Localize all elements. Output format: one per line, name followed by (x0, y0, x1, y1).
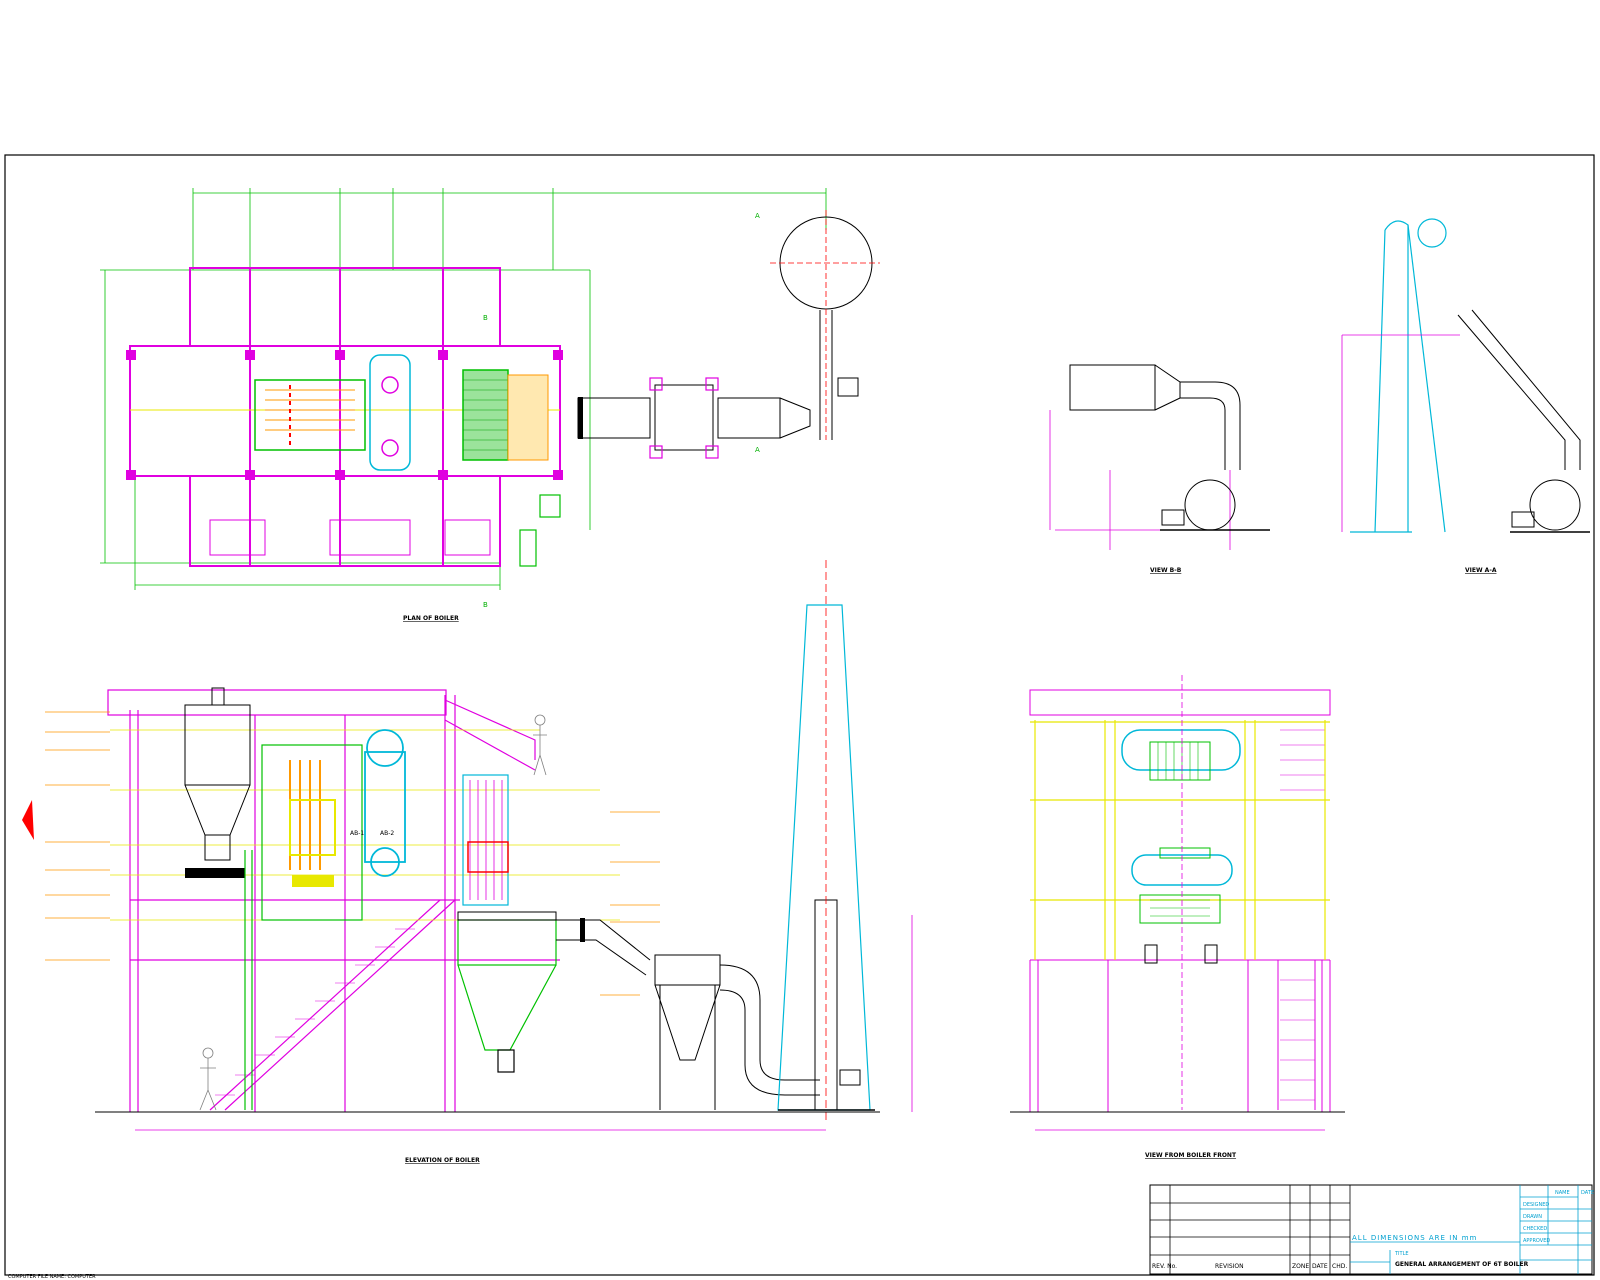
section-mark-a-bottom: A (755, 446, 760, 454)
drum-label-2: AB-2 (380, 830, 394, 837)
header-zone: ZONE (1292, 1263, 1309, 1270)
column-name: NAME (1555, 1190, 1570, 1196)
section-mark-b-bottom: B (483, 601, 488, 609)
elevation-title: ELEVATION OF BOILER (405, 1157, 480, 1164)
computer-file-name: COMPUTER FILE NAME: COMPUTER (8, 1274, 96, 1280)
plan-title: PLAN OF BOILER (403, 615, 459, 622)
plan-view: PLAN OF BOILER A A B B (100, 188, 880, 622)
header-chd: CHD. (1332, 1263, 1347, 1270)
section-mark-a-top: A (755, 212, 760, 220)
signature-designed: DESIGNED (1523, 1202, 1549, 1208)
view-a-a: VIEW A-A (1341, 218, 1590, 574)
signature-drawn: DRAWN (1523, 1214, 1542, 1220)
title-block-title: GENERAL ARRANGEMENT OF 6T BOILER (1395, 1261, 1529, 1268)
title-block-title-label: TITLE (1394, 1251, 1409, 1257)
view-b-title: VIEW B-B (1150, 567, 1182, 574)
title-block: ALL DIMENSIONS ARE IN mm TITLE GENERAL A… (1149, 1184, 1594, 1275)
header-revision: REVISION (1215, 1263, 1244, 1270)
drawing-sheet: PLAN OF BOILER A A B B VIEW B-B VIEW A-A… (4, 154, 1595, 1280)
column-date: DATE (1581, 1190, 1594, 1196)
header-date: DATE (1312, 1263, 1328, 1270)
signature-approved: APPROVED (1523, 1238, 1550, 1244)
header-rev-no: REV. No. (1152, 1263, 1177, 1270)
front-view-title: VIEW FROM BOILER FRONT (1145, 1152, 1237, 1159)
title-block-dimensions-note: ALL DIMENSIONS ARE IN mm (1352, 1234, 1477, 1242)
elevation-view: AB-1 AB-2 ELEVATION OF BOILER (22, 560, 913, 1164)
front-view: VIEW FROM BOILER FRONT (1010, 675, 1345, 1159)
signature-checked: CHECKED (1523, 1226, 1547, 1232)
view-b-b: VIEW B-B (1049, 364, 1270, 574)
section-mark-b-top: B (483, 314, 488, 322)
drum-label-1: AB-1 (350, 830, 364, 837)
view-a-title: VIEW A-A (1465, 567, 1497, 574)
